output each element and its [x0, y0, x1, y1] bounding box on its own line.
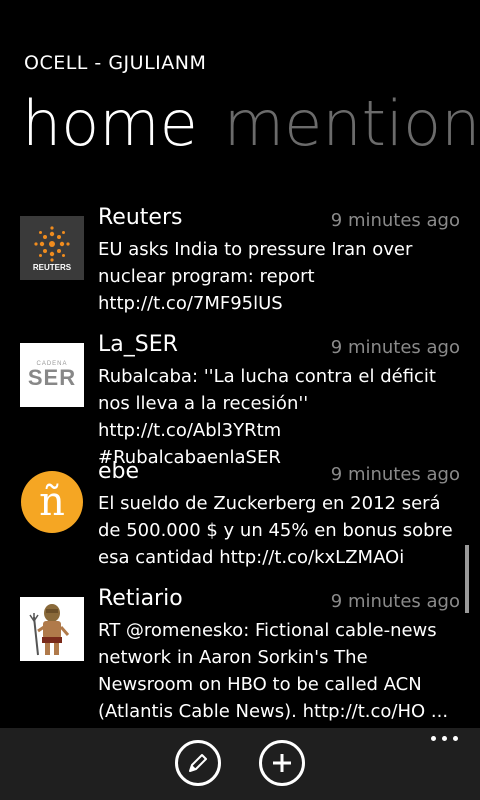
tweet-username[interactable]: Retiario [98, 586, 183, 611]
app-title: OCELL - GJULIANM [24, 52, 207, 74]
pencil-icon [189, 754, 207, 772]
pivot-tab-mention[interactable]: mention [224, 87, 480, 160]
avatar-la-ser[interactable]: CADENA SER [20, 343, 84, 407]
tweet-text: RT @romenesko: Fictional cable-news netw… [98, 620, 449, 722]
tweet-timestamp: 9 minutes ago [330, 210, 460, 231]
reuters-logo-icon [34, 225, 70, 262]
more-dots-icon[interactable] [431, 736, 458, 741]
tweet-item[interactable]: ñ ebe 9 minutes ago El sueldo de Zuckerb… [0, 454, 480, 581]
tweet-feed[interactable]: REUTERS Reuters 9 minutes ago EU asks In… [0, 200, 480, 728]
pivot-tab-home[interactable]: home [22, 87, 198, 160]
compose-button[interactable] [175, 740, 221, 786]
pivot-header: home mention [22, 84, 480, 164]
tweet-item[interactable]: CADENA SER La_SER 9 minutes ago Rubalcab… [0, 327, 480, 468]
tweet-item[interactable]: REUTERS Reuters 9 minutes ago EU asks In… [0, 200, 480, 327]
gladiator-figure-icon [29, 604, 70, 656]
avatar-label: SER [27, 365, 77, 390]
avatar-retiario[interactable] [20, 597, 84, 661]
tweet-timestamp: 9 minutes ago [330, 591, 460, 612]
tweet-username[interactable]: Reuters [98, 205, 182, 230]
feed-scrollbar[interactable] [465, 545, 469, 613]
avatar-label: REUTERS [32, 262, 72, 272]
plus-icon [273, 754, 291, 772]
avatar-ebe[interactable]: ñ [20, 470, 84, 534]
add-button[interactable] [259, 740, 305, 786]
ebe-logo-icon: ñ [21, 471, 83, 533]
avatar-reuters[interactable]: REUTERS [20, 216, 84, 280]
tweet-text: El sueldo de Zuckerberg en 2012 será de … [98, 493, 453, 568]
tweet-username[interactable]: La_SER [98, 332, 178, 357]
tweet-username[interactable]: ebe [98, 459, 139, 484]
tweet-timestamp: 9 minutes ago [330, 337, 460, 358]
tweet-text: EU asks India to pressure Iran over nucl… [98, 239, 413, 314]
tweet-timestamp: 9 minutes ago [330, 464, 460, 485]
application-bar [0, 728, 480, 800]
tweet-item[interactable]: Retiario 9 minutes ago RT @romenesko: Fi… [0, 581, 480, 722]
